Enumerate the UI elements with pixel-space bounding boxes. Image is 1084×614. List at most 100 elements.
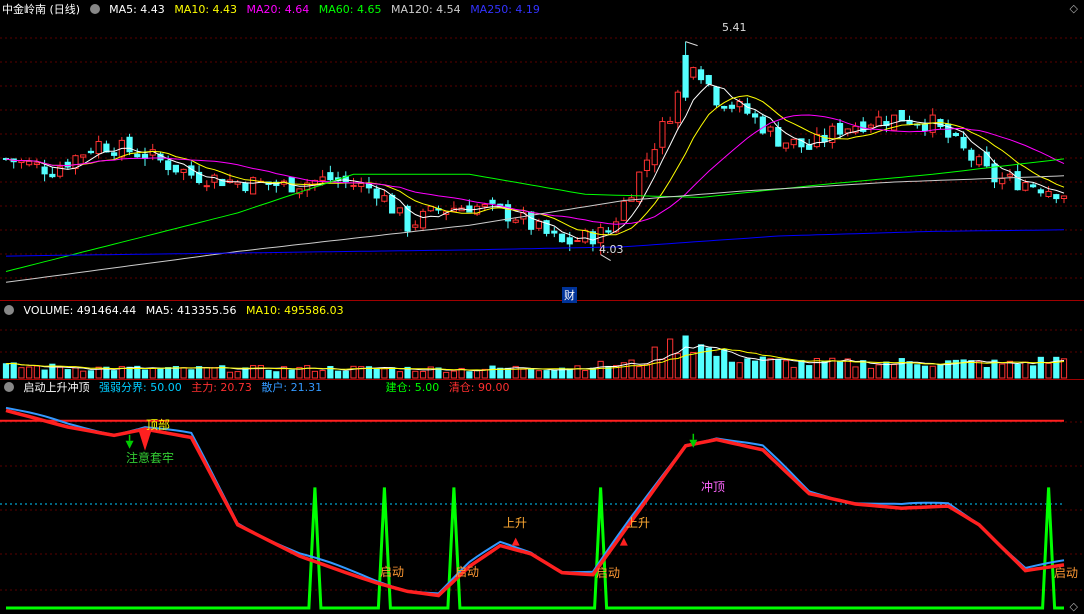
candle-body	[875, 116, 882, 127]
candle-body	[690, 67, 697, 78]
retail-line	[5, 406, 1065, 595]
volume-bar	[311, 370, 319, 379]
volume-bar	[667, 338, 674, 379]
rise-arrow-1-icon	[511, 537, 520, 546]
candle-body	[489, 199, 496, 204]
volume-bar	[10, 362, 17, 379]
candle-body	[481, 203, 488, 207]
rise-arrow-2-icon	[619, 537, 628, 546]
candle-body	[242, 182, 249, 192]
volume-bar	[342, 370, 349, 379]
volume-bar	[33, 365, 40, 379]
volume-bar	[1006, 360, 1014, 379]
volume-bar	[450, 370, 458, 379]
volume-bar	[1022, 361, 1029, 379]
high-price-label: 5.41	[722, 21, 747, 34]
rise-label-2: 上升	[626, 516, 651, 530]
volume-bar	[2, 363, 10, 379]
candle-body	[960, 136, 967, 149]
volume-bar	[643, 363, 651, 379]
volume-bar	[419, 370, 427, 379]
volume-bar	[489, 365, 496, 379]
candle-body	[319, 176, 326, 181]
volume-bar	[914, 364, 921, 379]
candle-body	[95, 141, 102, 155]
candle-body	[1045, 190, 1052, 197]
high-leader	[685, 41, 698, 47]
candle-body	[350, 184, 357, 187]
volume-bar	[566, 368, 573, 379]
volume-bar	[937, 364, 944, 379]
candle-body	[551, 230, 558, 234]
candle-body	[203, 185, 210, 188]
candle-body	[643, 159, 651, 171]
candle-body	[697, 69, 705, 81]
candle-body	[921, 123, 929, 132]
volume-bar	[412, 370, 419, 379]
candle-body	[535, 220, 542, 229]
candle-body	[952, 133, 959, 137]
candle-body	[381, 195, 388, 202]
volume-bars	[2, 335, 1068, 379]
volume-bar	[80, 370, 87, 379]
ma-line-MA120	[5, 175, 1065, 283]
candle-body	[728, 104, 736, 109]
chart-canvas[interactable]	[0, 0, 1084, 614]
volume-bar	[790, 366, 797, 379]
candle-body	[64, 161, 71, 168]
volume-bar	[806, 365, 813, 379]
volume-bar	[64, 369, 71, 379]
volume-bar	[473, 369, 481, 379]
candle-body	[389, 194, 396, 214]
volume-bar	[188, 369, 195, 379]
volume-bar	[798, 359, 805, 379]
candle-body	[1030, 184, 1037, 188]
volume-bar	[56, 366, 64, 379]
cai-marker[interactable]: 财	[562, 287, 577, 303]
volume-bar	[582, 370, 589, 379]
candle-body	[80, 154, 87, 158]
candle-body	[806, 144, 813, 150]
start-label-1: 启动	[380, 565, 405, 579]
candle-body	[566, 237, 573, 245]
volume-bar	[288, 369, 295, 379]
volume-bar	[690, 351, 697, 379]
volume-bar	[852, 366, 859, 379]
volume-bar	[721, 348, 728, 379]
volume-bar	[520, 368, 527, 379]
candle-body	[682, 54, 689, 98]
volume-bar	[41, 369, 48, 379]
volume-bar	[898, 358, 905, 379]
volume-bar	[543, 370, 550, 379]
volume-bar	[983, 367, 990, 379]
candle-body	[41, 166, 48, 175]
volume-bar	[860, 360, 867, 379]
caution-arrow-icon	[125, 440, 134, 449]
candle-body	[49, 173, 56, 178]
volume-bar	[697, 344, 705, 379]
candle-body	[975, 156, 983, 166]
candle-body	[821, 134, 828, 143]
caution-label: 注意套牢	[126, 451, 175, 465]
candle-body	[713, 86, 720, 106]
candle-body	[790, 138, 797, 146]
volume-bar	[26, 366, 33, 379]
candle-body	[1037, 189, 1044, 194]
start-label-4: 启动	[1054, 566, 1079, 580]
volume-bar	[705, 347, 712, 379]
ma-line-MA5	[5, 83, 1065, 241]
candle-body	[636, 171, 643, 203]
candle-body	[134, 153, 141, 158]
volume-bar	[111, 370, 118, 379]
volume-bar	[203, 367, 210, 379]
candle-body	[1014, 171, 1021, 191]
volume-bar	[211, 367, 218, 379]
volume-bar	[1014, 363, 1021, 379]
candle-body	[620, 200, 627, 221]
volume-bar	[875, 364, 882, 379]
ma-line-MA20	[5, 114, 1065, 225]
volume-bar	[528, 369, 535, 379]
volume-bar	[396, 371, 403, 379]
candle-body	[396, 207, 403, 214]
volume-bar	[319, 370, 326, 379]
